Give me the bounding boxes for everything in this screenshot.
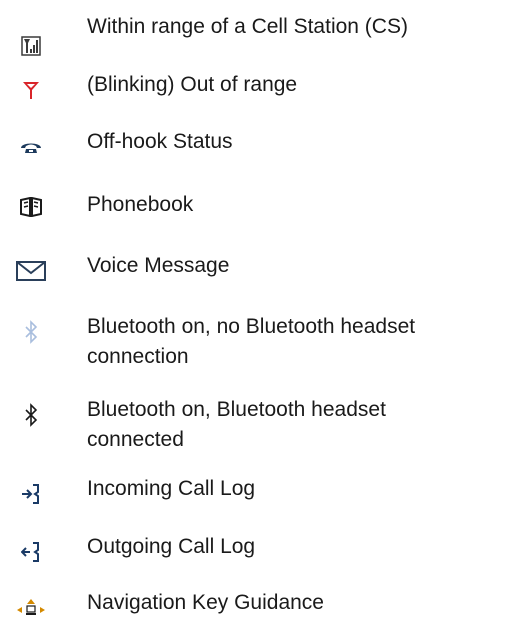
incoming-call-log-icon [14, 480, 48, 508]
legend-label: Bluetooth on, Bluetooth headset [87, 398, 386, 421]
envelope-icon [14, 257, 48, 285]
antenna-out-of-range-icon [14, 76, 48, 104]
legend-label: Navigation Key Guidance [87, 591, 324, 614]
off-hook-phone-icon [14, 133, 48, 161]
legend-label: Off-hook Status [87, 130, 233, 153]
legend-label: Bluetooth on, no Bluetooth headset [87, 315, 416, 338]
legend-label-line2: connection [87, 345, 189, 368]
legend-label: Incoming Call Log [87, 477, 256, 500]
bluetooth-dark-icon [14, 401, 48, 429]
icon-legend-list: Within range of a Cell Station (CS) (Bli… [0, 0, 507, 620]
navigation-key-icon [14, 593, 48, 621]
antenna-in-range-icon [14, 32, 48, 60]
legend-label-line2: connected [87, 428, 184, 451]
legend-label: Phonebook [87, 193, 194, 216]
phonebook-icon [14, 193, 48, 221]
legend-label: (Blinking) Out of range [87, 73, 298, 96]
outgoing-call-log-icon [14, 538, 48, 566]
legend-label: Voice Message [87, 254, 230, 277]
legend-label: Outgoing Call Log [87, 535, 256, 558]
bluetooth-light-icon [14, 318, 48, 346]
legend-label: Within range of a Cell Station (CS) [87, 15, 408, 38]
